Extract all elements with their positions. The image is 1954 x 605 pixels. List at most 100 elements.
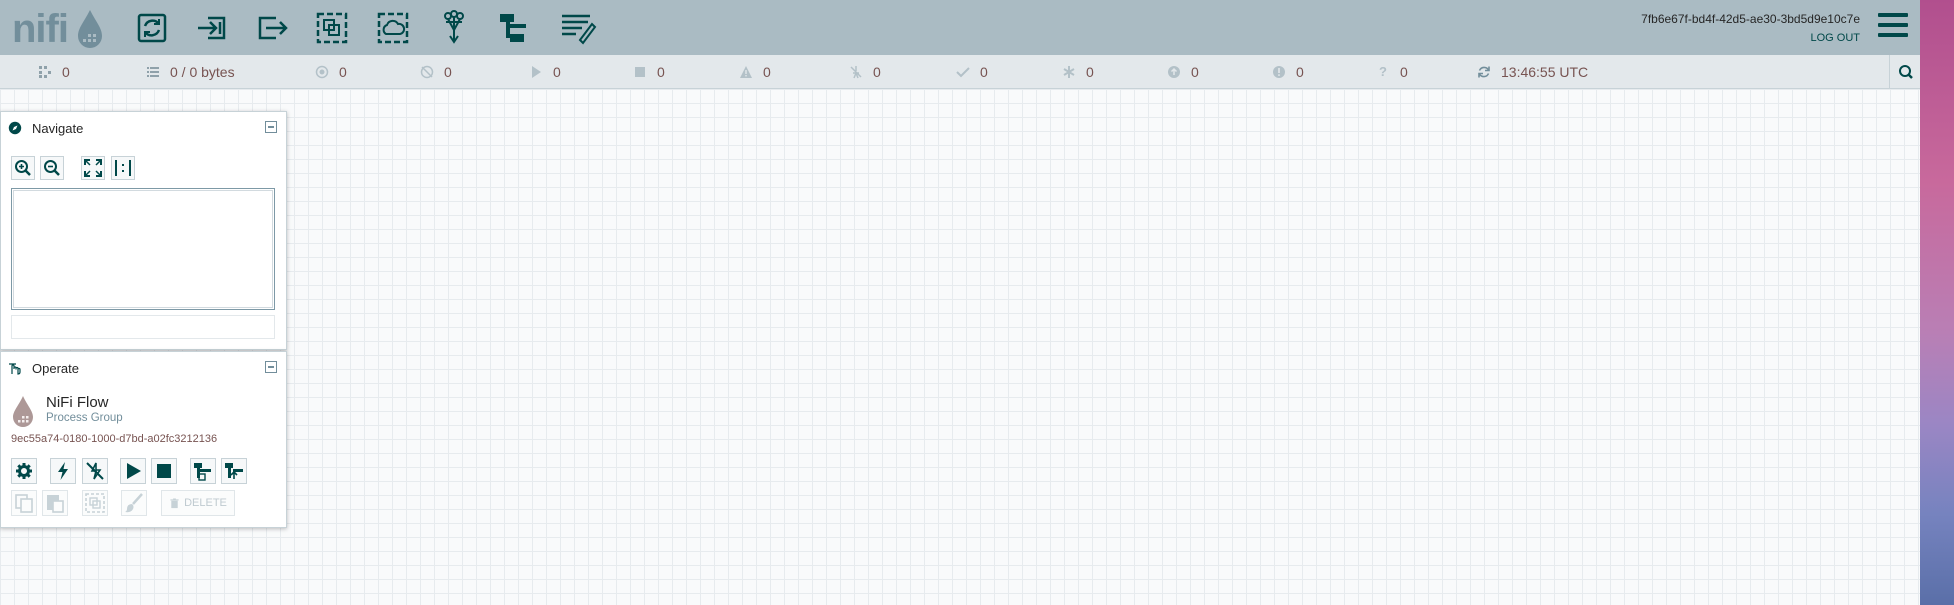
compass-icon [8, 121, 22, 135]
invalid-value: 0 [763, 64, 771, 80]
queue-list-icon [146, 65, 160, 79]
refresh-time: 13:46:55 UTC [1501, 64, 1589, 80]
template-icon[interactable] [496, 8, 536, 48]
paste-icon [47, 495, 64, 513]
locally-modified-stale-value: 0 [1296, 64, 1304, 80]
stop-button[interactable] [151, 458, 177, 484]
paste-button[interactable] [42, 490, 68, 516]
locally-modified-stat: 0 [1062, 63, 1094, 81]
up-to-date-value: 0 [980, 64, 988, 80]
asterisk-icon [1062, 65, 1076, 79]
nifi-logo: nifi [12, 4, 108, 51]
disabled-value: 0 [873, 64, 881, 80]
selection-name: NiFi Flow [46, 394, 109, 411]
create-template-button[interactable] [190, 458, 216, 484]
funnel-icon[interactable] [434, 8, 474, 48]
copy-icon [15, 494, 33, 513]
operate-palette: Operate NiFi Flow Process Group 9ec55a74… [0, 351, 287, 528]
delete-button[interactable]: DELETE [161, 490, 235, 516]
expand-icon [84, 159, 102, 177]
navigate-palette: Navigate [0, 111, 287, 350]
collapse-navigate-button[interactable] [265, 121, 277, 133]
selection-id: 9ec55a74-0180-1000-d7bd-a02fc3212136 [11, 433, 218, 445]
logout-link[interactable]: LOG OUT [1810, 32, 1860, 44]
gear-icon [16, 463, 32, 479]
queued-stat: 0 / 0 bytes [146, 63, 235, 81]
change-color-button[interactable] [121, 490, 147, 516]
zoom-in-button[interactable] [11, 156, 35, 180]
search-icon [1899, 65, 1913, 79]
zoom-in-icon [15, 160, 31, 176]
processor-icon[interactable] [132, 8, 172, 48]
stale-stat: 0 [1167, 63, 1199, 81]
group-button[interactable] [82, 490, 108, 516]
stop-icon [157, 464, 171, 478]
flow-canvas[interactable] [0, 89, 1920, 605]
zoom-out-button[interactable] [40, 156, 64, 180]
input-port-icon[interactable] [192, 8, 232, 48]
threads-icon [38, 65, 52, 79]
current-user: 7fb6e67f-bd4f-42d5-ae30-3bd5d9e10c7e [1641, 12, 1860, 26]
operate-title: Operate [32, 361, 79, 376]
question-icon: ? [1379, 64, 1387, 79]
delete-label: DELETE [184, 497, 227, 509]
svg-text:nifi: nifi [12, 7, 68, 50]
disabled-icon [849, 65, 863, 79]
configure-button[interactable] [11, 458, 37, 484]
flow-status-bar: 0 0 / 0 bytes 0 0 0 0 0 0 0 0 0 0 ? 0 13… [0, 55, 1920, 89]
locally-modified-stale-stat: 0 [1272, 63, 1304, 81]
refresh-icon[interactable] [1477, 65, 1491, 79]
enable-button[interactable] [50, 458, 76, 484]
invalid-stat: 0 [739, 63, 771, 81]
output-port-icon[interactable] [252, 8, 292, 48]
start-button[interactable] [120, 458, 146, 484]
group-icon [85, 493, 105, 513]
actual-size-icon [115, 160, 131, 176]
transmitting-value: 0 [339, 64, 347, 80]
hand-pointer-icon [8, 361, 22, 375]
running-stat: 0 [529, 63, 561, 81]
birdseye-view[interactable] [11, 188, 275, 310]
stopped-icon [633, 65, 647, 79]
selection-type: Process Group [46, 412, 123, 424]
not-transmitting-stat: 0 [420, 63, 452, 81]
navigate-title: Navigate [32, 121, 84, 136]
operate-header[interactable]: Operate [1, 352, 286, 384]
search-button[interactable] [1889, 55, 1922, 88]
remote-process-group-icon[interactable] [373, 8, 413, 48]
copy-button[interactable] [11, 490, 37, 516]
running-icon [529, 65, 543, 79]
navigate-header[interactable]: Navigate [1, 112, 286, 144]
play-icon [127, 463, 141, 479]
stopped-stat: 0 [633, 63, 665, 81]
global-menu-button[interactable] [1878, 13, 1908, 41]
template-icon [194, 463, 211, 481]
warning-icon [739, 65, 753, 79]
disable-button[interactable] [82, 458, 108, 484]
not-transmitting-icon [420, 65, 434, 79]
paintbrush-icon [125, 493, 143, 513]
collapse-operate-button[interactable] [265, 361, 277, 373]
exclamation-circle-icon [1272, 65, 1286, 79]
process-group-drop-icon [10, 393, 36, 429]
upload-template-button[interactable] [221, 458, 247, 484]
lightning-bolt-icon [58, 462, 68, 480]
actual-size-button[interactable] [111, 156, 135, 180]
refresh-stat[interactable]: 13:46:55 UTC [1477, 63, 1588, 81]
desktop-wallpaper-edge [1920, 0, 1954, 605]
sync-failure-stat: ? 0 [1376, 63, 1408, 81]
upload-template-icon [225, 463, 243, 479]
fit-button[interactable] [81, 156, 105, 180]
label-icon[interactable] [558, 8, 598, 48]
process-group-icon[interactable] [312, 8, 352, 48]
arrow-up-circle-icon [1167, 65, 1181, 79]
header: nifi 7fb6e67f-bd4f-42d5-ae30-3bd5d9e10c7… [0, 0, 1920, 55]
transmitting-icon [315, 65, 329, 79]
running-value: 0 [553, 64, 561, 80]
queued-value: 0 / 0 bytes [170, 64, 235, 80]
stopped-value: 0 [657, 64, 665, 80]
transmitting-stat: 0 [315, 63, 347, 81]
trash-icon [170, 497, 179, 508]
active-threads-stat: 0 [38, 63, 70, 81]
disable-icon [86, 462, 104, 480]
